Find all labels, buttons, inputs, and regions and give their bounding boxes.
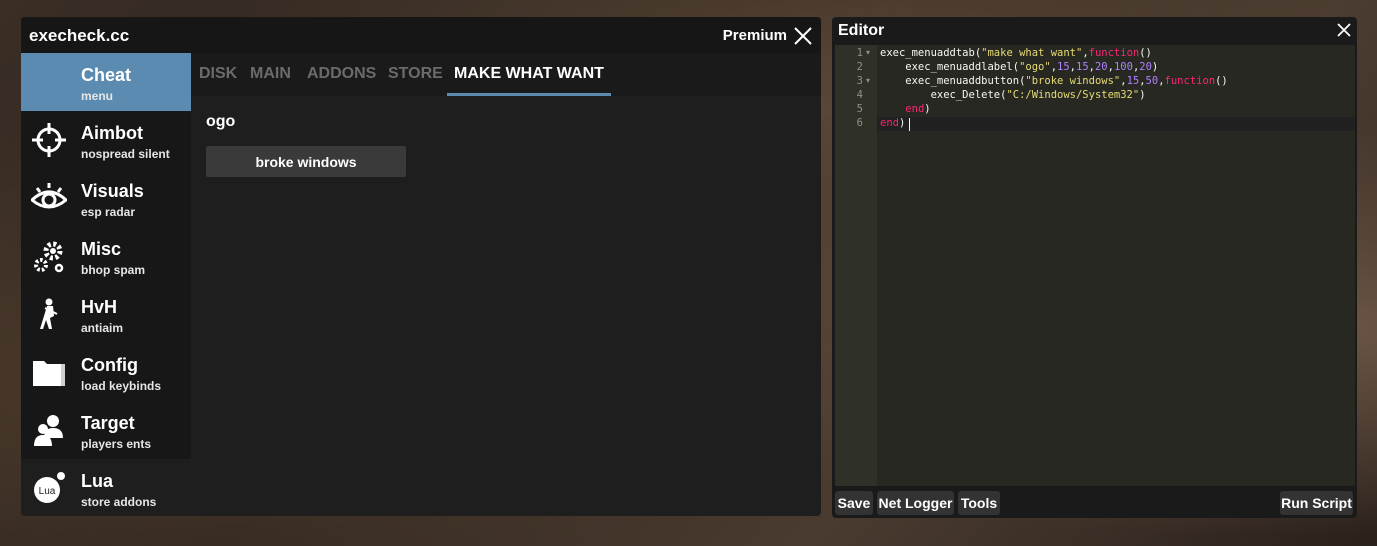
code-token: 20 xyxy=(1139,61,1152,73)
code-token: ) xyxy=(898,117,906,129)
sidebar-item-sublabel: esp radar xyxy=(81,205,136,219)
code-line: exec_Delete("C:/Windows/System32") xyxy=(880,89,1146,101)
code-token: 15 xyxy=(1057,61,1070,73)
sidebar-item-sublabel: store addons xyxy=(81,495,157,509)
code-token: 20 xyxy=(1094,61,1108,73)
sidebar-item-label: Config xyxy=(81,355,138,375)
gears-icon xyxy=(34,241,64,273)
code-token: 15 xyxy=(1076,61,1089,73)
sidebar-item-hvh[interactable]: HvH antiaim xyxy=(21,285,191,343)
sidebar-item-target[interactable]: Target players ents xyxy=(21,401,191,459)
code-token: end xyxy=(880,117,899,129)
line-number: 3 xyxy=(856,75,863,87)
code-line: end) xyxy=(880,103,931,115)
sidebar-item-visuals[interactable]: Visuals esp radar xyxy=(21,169,191,227)
sidebar-item-sublabel: antiaim xyxy=(81,321,124,335)
code-token: () xyxy=(1215,75,1228,87)
line-number: 1 xyxy=(856,47,863,59)
line-number-gutter: 1 ▾ 2 3 ▾ 4 5 6 xyxy=(835,45,877,486)
text-cursor xyxy=(909,118,910,131)
sidebar-item-config[interactable]: Config load keybinds xyxy=(21,343,191,401)
crosshair-icon xyxy=(32,123,66,157)
code-token: function xyxy=(1164,75,1216,87)
tab-disk[interactable]: DISK xyxy=(199,65,237,83)
code-line: exec_menuaddlabel("ogo",15,15,20,100,20) xyxy=(880,61,1158,73)
save-button[interactable]: Save xyxy=(835,491,873,515)
main-titlebar[interactable]: execheck.cc Premium xyxy=(21,17,821,53)
users-icon xyxy=(34,415,63,446)
code-token: "C:/Windows/System32" xyxy=(1006,89,1140,101)
sidebar-item-label: Misc xyxy=(81,239,122,259)
code-token: ) xyxy=(924,103,931,115)
line-number: 4 xyxy=(856,89,863,101)
code-editor[interactable]: 1 ▾ 2 3 ▾ 4 5 6 exec_menuaddtab("make wh… xyxy=(835,45,1355,486)
run-script-button[interactable]: Run Script xyxy=(1280,491,1353,515)
close-icon[interactable] xyxy=(793,26,813,46)
code-token: exec_menuaddlabel( xyxy=(880,61,1020,73)
line-number: 2 xyxy=(856,61,863,73)
code-token: "ogo" xyxy=(1019,61,1051,73)
sidebar-item-sublabel: load keybinds xyxy=(81,379,162,393)
sidebar-item-label: Lua xyxy=(81,471,114,491)
code-line: exec_menuaddtab("make what want",functio… xyxy=(880,47,1152,59)
active-tab-indicator xyxy=(447,93,611,96)
code-token: "broke windows" xyxy=(1025,75,1121,87)
sidebar-item-label: Target xyxy=(81,413,135,433)
sidebar-item-sublabel: bhop spam xyxy=(81,263,146,277)
sidebar-item-sublabel: nospread silent xyxy=(81,147,170,161)
sidebar-item-label: Visuals xyxy=(81,181,144,201)
tab-main[interactable]: MAIN xyxy=(250,65,291,83)
app-title: execheck.cc xyxy=(29,26,130,45)
code-token: 100 xyxy=(1113,61,1133,73)
editor-title: Editor xyxy=(838,22,885,39)
tools-button[interactable]: Tools xyxy=(958,491,1000,515)
tab-bar: DISK MAIN ADDONS STORE MAKE WHAT WANT xyxy=(191,53,821,96)
sidebar-item-cheat[interactable]: Cheat menu xyxy=(21,53,191,111)
fold-arrow-icon[interactable]: ▾ xyxy=(866,48,870,57)
code-token: ) xyxy=(1139,89,1146,101)
sidebar-item-label: HvH xyxy=(81,297,118,317)
code-token: 50 xyxy=(1145,75,1159,87)
code-token: ) xyxy=(1151,61,1159,73)
fold-arrow-icon[interactable]: ▾ xyxy=(866,76,870,85)
tab-make-what-want[interactable]: MAKE WHAT WANT xyxy=(454,65,604,83)
tab-store[interactable]: STORE xyxy=(388,65,443,83)
content-label: ogo xyxy=(206,113,236,130)
code-token: function xyxy=(1088,47,1140,59)
code-token: () xyxy=(1139,47,1152,59)
premium-label: Premium xyxy=(722,27,787,44)
line-number: 6 xyxy=(856,117,863,129)
code-line: end) xyxy=(880,117,905,129)
soldier-icon xyxy=(40,298,58,329)
sidebar-item-label: Cheat xyxy=(81,65,132,85)
code-token: exec_menuaddtab( xyxy=(880,47,982,59)
sidebar-item-misc[interactable]: Misc bhop spam xyxy=(21,227,191,285)
code-token: end xyxy=(905,103,925,115)
code-token: exec_Delete( xyxy=(880,89,1007,101)
code-token: 15 xyxy=(1126,75,1140,87)
svg-text:Lua: Lua xyxy=(39,486,56,497)
broke-windows-button[interactable]: broke windows xyxy=(206,146,406,177)
net-logger-button[interactable]: Net Logger xyxy=(877,491,954,515)
code-line: exec_menuaddbutton("broke windows",15,50… xyxy=(880,75,1228,87)
code-token: exec_menuaddbutton( xyxy=(880,75,1026,87)
sidebar-item-aimbot[interactable]: Aimbot nospread silent xyxy=(21,111,191,169)
sidebar-item-lua[interactable]: Lua Lua store addons xyxy=(21,459,191,516)
editor-window: Editor 1 ▾ 2 3 ▾ 4 5 6 exec_menuaddtab("… xyxy=(832,17,1357,518)
tab-addons[interactable]: ADDONS xyxy=(307,65,376,83)
sidebar: Cheat menu Aimbot nospread silent Visual… xyxy=(21,53,191,516)
active-line-highlight xyxy=(877,117,1355,131)
sidebar-item-sublabel: players ents xyxy=(81,437,152,451)
cheat-menu-window: execheck.cc Premium Cheat menu Aimbot no… xyxy=(21,17,821,516)
lua-icon: Lua xyxy=(34,472,65,503)
code-token: "make what want" xyxy=(981,47,1083,59)
sidebar-item-sublabel: menu xyxy=(81,89,114,103)
eye-icon xyxy=(31,183,67,209)
close-icon[interactable] xyxy=(1336,22,1352,38)
folder-icon xyxy=(33,361,65,386)
sidebar-item-label: Aimbot xyxy=(81,123,143,143)
line-number: 5 xyxy=(856,103,863,115)
